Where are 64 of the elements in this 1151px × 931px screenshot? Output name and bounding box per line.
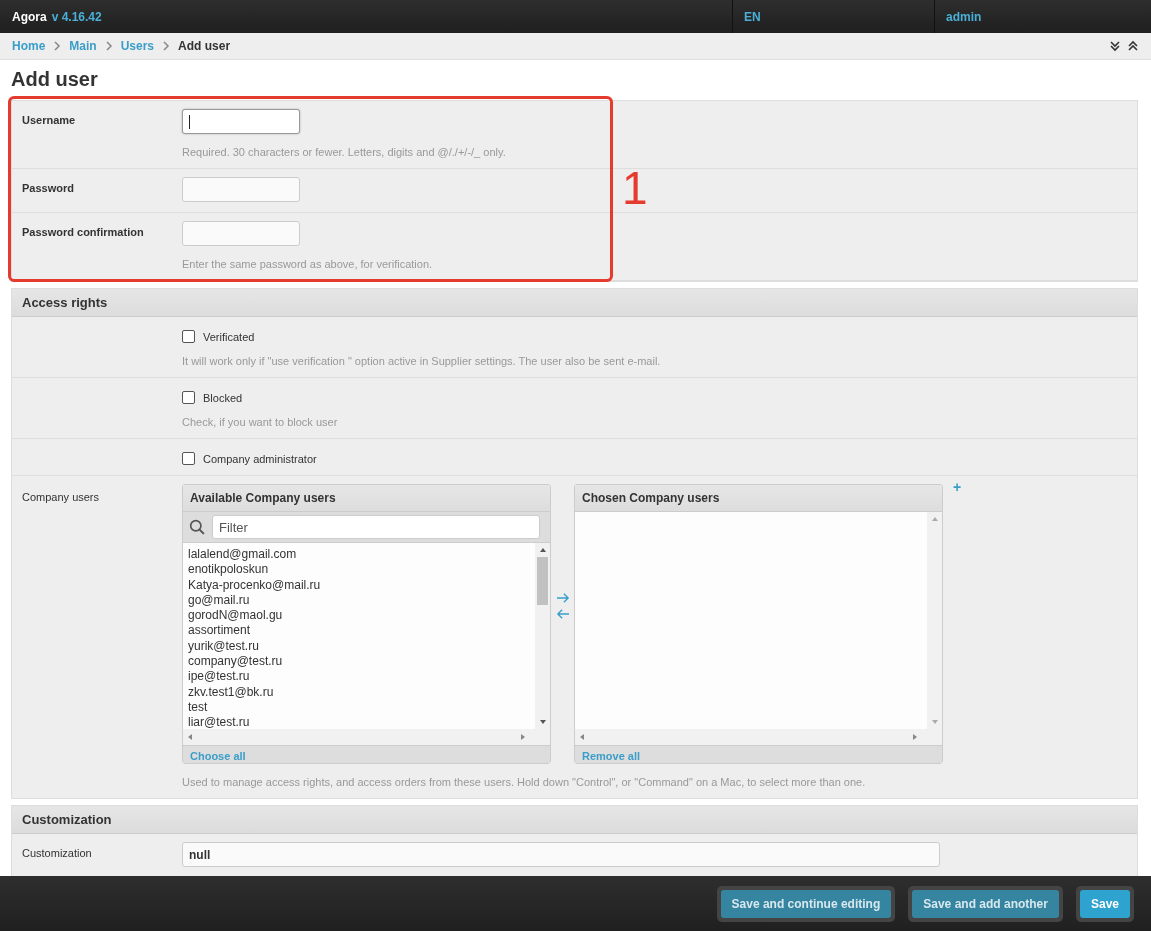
list-option[interactable]: enotikpoloskun [188, 562, 530, 578]
search-icon [189, 518, 206, 536]
section-header: Customization [12, 806, 1137, 834]
section-header: Access rights [12, 289, 1137, 317]
help-text: Enter the same password as above, for verification. [182, 258, 434, 270]
collapse-up-icon[interactable] [1127, 40, 1139, 52]
input-field[interactable] [182, 221, 300, 246]
annotation-number: 1 [622, 165, 648, 211]
text-cursor [189, 114, 190, 129]
list-option[interactable]: company@test.ru [188, 654, 530, 670]
checkbox[interactable] [182, 452, 195, 465]
field-label: Company users [21, 490, 101, 505]
help-text: Check, if you want to block user [182, 416, 339, 428]
field-label: Password [21, 181, 75, 196]
list-option[interactable]: zkv.test1@bk.ru [188, 684, 530, 700]
scrollbar[interactable] [535, 543, 550, 729]
list-option[interactable]: lalalend@gmail.com [188, 547, 530, 563]
collapse-down-icon[interactable] [1109, 40, 1121, 52]
input-field[interactable]: null [182, 842, 940, 867]
list-option[interactable]: go@mail.ru [188, 592, 530, 609]
brand-name: Agora [12, 9, 47, 24]
scroll-down-icon[interactable] [538, 719, 547, 725]
field-label: Password confirmation [21, 225, 145, 240]
language-link[interactable]: EN [744, 9, 761, 24]
breadcrumb-current: Add user [178, 39, 231, 53]
chevron-icon [162, 41, 171, 51]
list-option[interactable]: ipe@test.ru [188, 669, 530, 685]
scrollbar-thumb[interactable] [537, 557, 548, 605]
user-link[interactable]: admin [946, 9, 982, 24]
filter-field[interactable]: Filter [212, 515, 540, 539]
field-label: Customization [21, 846, 93, 861]
arrow-left-icon[interactable] [555, 608, 570, 620]
user-list[interactable]: lalalend@gmail.com enotikpoloskun Katya-procenko@mail.ru go@mail.ru gorodN@maol.gu assortiment yurik@test.ru company@test.ru ipe@test.ru zkv.test1@bk.ru test liar@test.ru [183, 543, 535, 729]
input-field[interactable] [182, 109, 300, 134]
chevron-icon [104, 41, 113, 51]
help-text: Used to manage access rights, and access orders from these users. Hold down "Control", or "Command" on a Mac, to select more than one. [182, 776, 867, 788]
panel-title: Chosen Company users [575, 485, 942, 512]
list-option[interactable]: gorodN@maol.gu [188, 608, 530, 624]
help-text: Required. 30 characters or fewer. Letters, digits and @/./+/-/_ only. [182, 146, 507, 158]
list-option[interactable]: yurik@test.ru [188, 638, 530, 655]
help-text: It will work only if "use verification " option active in Supplier settings. The user also be sent e-mail. [182, 355, 662, 367]
list-option[interactable]: test [188, 699, 530, 716]
scroll-left-icon[interactable] [579, 733, 585, 741]
field-label: Username [21, 113, 77, 128]
checkbox-label: Company administrator [203, 452, 317, 465]
scroll-right-icon[interactable] [912, 733, 918, 741]
horizontal-scrollbar[interactable] [575, 729, 942, 745]
checkbox-label: Blocked [203, 391, 243, 404]
list-option[interactable]: liar@test.ru [188, 715, 530, 729]
checkbox[interactable] [182, 391, 195, 404]
scroll-up-icon[interactable] [538, 547, 547, 553]
input-field[interactable] [182, 177, 300, 202]
scroll-right-icon[interactable] [520, 733, 526, 741]
list-option[interactable]: Katya-procenko@mail.ru [188, 577, 530, 593]
arrow-right-icon[interactable] [555, 592, 570, 604]
scroll-left-icon[interactable] [187, 733, 193, 741]
version-label: v 4.16.42 [51, 9, 102, 24]
list-option[interactable]: assortiment [188, 623, 530, 639]
panel-title: Available Company users [183, 485, 550, 512]
page-title: Add user [11, 68, 99, 91]
horizontal-scrollbar[interactable] [183, 729, 550, 745]
checkbox-label: Verificated [203, 330, 255, 343]
checkbox[interactable] [182, 330, 195, 343]
chevron-icon [53, 41, 62, 51]
